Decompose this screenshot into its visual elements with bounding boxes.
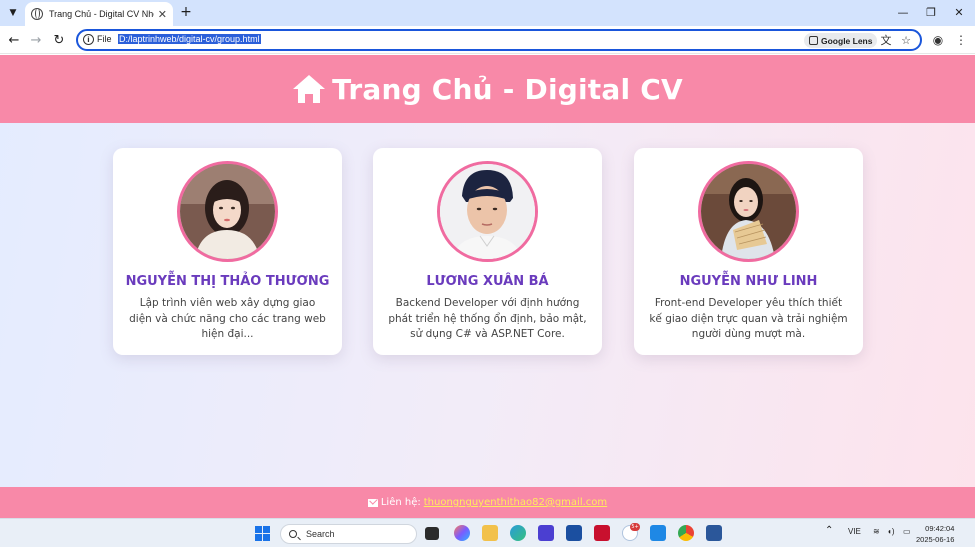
vscode-icon[interactable] bbox=[650, 525, 666, 541]
search-placeholder: Search bbox=[306, 529, 335, 539]
member-card[interactable]: NGUYỄN NHƯ LINH Front-end Developer yêu … bbox=[634, 148, 863, 355]
windows-start-icon[interactable] bbox=[255, 526, 270, 541]
forward-button[interactable]: → bbox=[28, 32, 44, 48]
wifi-icon[interactable]: ≋ bbox=[873, 527, 880, 536]
translate-icon[interactable]: 文 bbox=[879, 33, 893, 47]
task-view-icon[interactable] bbox=[425, 527, 439, 540]
menu-kebab-icon[interactable]: ⋮ bbox=[953, 32, 969, 48]
copilot-icon[interactable] bbox=[454, 525, 470, 541]
ai-app-icon[interactable] bbox=[538, 525, 554, 541]
avatar bbox=[698, 161, 799, 262]
tray-chevron-up-icon[interactable]: ⌃ bbox=[825, 525, 833, 536]
avatar bbox=[437, 161, 538, 262]
battery-icon[interactable]: ▭ bbox=[903, 527, 911, 536]
tab-title: Trang Chủ - Digital CV Nhóm 3 bbox=[49, 9, 154, 19]
browser-toolbar: ← → ↻ i File D:/laptrinhweb/digital-cv/g… bbox=[0, 26, 975, 54]
chrome-icon[interactable] bbox=[678, 525, 694, 541]
member-name: NGUYỄN THỊ THẢO THƯƠNG bbox=[125, 274, 330, 289]
tab-search-chevron-icon[interactable]: ▼ bbox=[4, 4, 22, 22]
reload-button[interactable]: ↻ bbox=[51, 32, 67, 48]
notification-badge: 5+ bbox=[630, 523, 640, 531]
browser-tab-bar: ▼ Trang Chủ - Digital CV Nhóm 3 ✕ + — ❐ … bbox=[0, 0, 975, 26]
member-card[interactable]: LƯƠNG XUÂN BÁ Backend Developer với định… bbox=[373, 148, 602, 355]
restore-button[interactable]: ❐ bbox=[921, 4, 941, 20]
lens-icon bbox=[809, 36, 818, 45]
google-lens-button[interactable]: Google Lens bbox=[804, 33, 878, 48]
member-card[interactable]: NGUYỄN THỊ THẢO THƯƠNG Lập trình viên we… bbox=[113, 148, 342, 355]
mcafee-icon[interactable] bbox=[594, 525, 610, 541]
taskbar-search[interactable]: Search bbox=[280, 524, 417, 544]
minimize-button[interactable]: — bbox=[893, 4, 913, 20]
language-indicator[interactable]: VIE bbox=[848, 527, 861, 536]
member-name: NGUYỄN NHƯ LINH bbox=[679, 274, 818, 289]
browser-tab[interactable]: Trang Chủ - Digital CV Nhóm 3 ✕ bbox=[25, 2, 173, 26]
store-icon[interactable] bbox=[566, 525, 582, 541]
envelope-icon bbox=[367, 498, 378, 507]
file-explorer-icon[interactable] bbox=[482, 525, 498, 541]
member-description: Front-end Developer yêu thích thiết kế g… bbox=[649, 297, 848, 340]
url-text[interactable]: D:/laptrinhweb/digital-cv/group.html bbox=[118, 34, 261, 44]
page-header: Trang Chủ - Digital CV bbox=[0, 55, 975, 123]
member-description: Backend Developer với định hướng phát tr… bbox=[388, 297, 587, 340]
edge-icon[interactable] bbox=[510, 525, 526, 541]
clock-time: 09:42:04 bbox=[925, 524, 955, 533]
page-title: Trang Chủ - Digital CV bbox=[332, 72, 683, 106]
taskbar: Search 5+ ⌃ VIE ≋ ◖) ▭ 09:42:04 2025-06-… bbox=[0, 518, 975, 547]
profile-icon[interactable]: ◉ bbox=[930, 32, 946, 48]
clock-date: 2025-06-16 bbox=[916, 535, 955, 544]
address-bar[interactable]: i File D:/laptrinhweb/digital-cv/group.h… bbox=[76, 29, 922, 51]
web-page: Trang Chủ - Digital CV NGUYỄN THỊ THẢO T… bbox=[0, 55, 975, 518]
contact-email-link[interactable]: thuongnguyenthithao82@gmail.com bbox=[424, 497, 607, 508]
back-button[interactable]: ← bbox=[6, 32, 22, 48]
taskbar-clock[interactable]: 09:42:04 2025-06-16 bbox=[916, 523, 955, 545]
globe-icon bbox=[31, 8, 43, 20]
member-description: Lập trình viên web xây dựng giao diện và… bbox=[129, 297, 326, 340]
volume-icon[interactable]: ◖) bbox=[887, 527, 895, 536]
page-footer: Liên hệ: thuongnguyenthithao82@gmail.com bbox=[0, 487, 975, 518]
member-name: LƯƠNG XUÂN BÁ bbox=[426, 274, 549, 289]
tab-close-icon[interactable]: ✕ bbox=[158, 8, 167, 21]
avatar bbox=[177, 161, 278, 262]
search-icon bbox=[289, 530, 297, 538]
info-icon[interactable]: i bbox=[83, 34, 94, 45]
word-icon[interactable] bbox=[706, 525, 722, 541]
close-window-button[interactable]: ✕ bbox=[949, 4, 969, 20]
lens-label: Google Lens bbox=[821, 35, 873, 46]
bookmark-star-icon[interactable]: ☆ bbox=[899, 33, 913, 47]
file-label: File bbox=[97, 34, 112, 44]
new-tab-button[interactable]: + bbox=[178, 4, 194, 20]
contact-label: Liên hệ: bbox=[380, 497, 421, 508]
home-icon bbox=[293, 75, 326, 103]
